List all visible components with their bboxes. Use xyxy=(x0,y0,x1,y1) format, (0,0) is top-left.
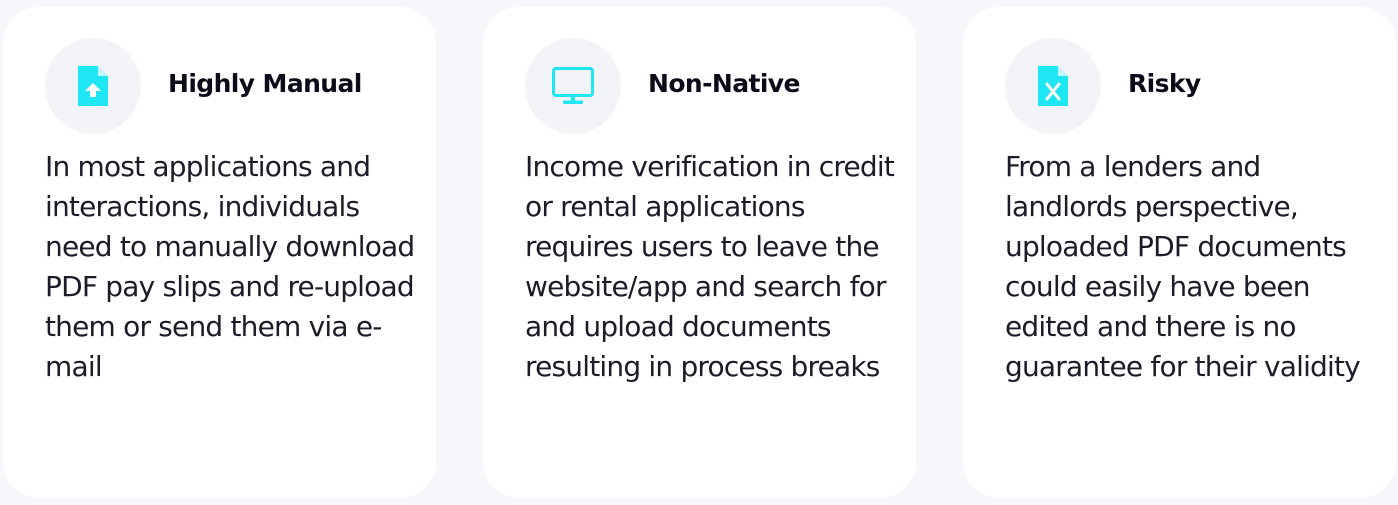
card-non-native: Non-Native Income verification in credit… xyxy=(483,7,916,498)
card-title: Risky xyxy=(1128,69,1201,98)
card-highly-manual: Highly Manual In most applications and i… xyxy=(3,7,436,498)
icon-badge xyxy=(1005,38,1101,134)
card-title: Highly Manual xyxy=(168,69,362,98)
monitor-icon xyxy=(552,67,594,104)
card-description: In most applications and interactions, i… xyxy=(45,150,415,383)
icon-badge xyxy=(45,38,141,134)
file-x-icon xyxy=(1038,66,1068,106)
card-risky: Risky From a lenders and landlords persp… xyxy=(963,7,1396,498)
card-description: From a lenders and landlords perspective… xyxy=(1005,150,1361,383)
card-title: Non-Native xyxy=(648,69,800,98)
card-description: Income verification in credit or rental … xyxy=(525,150,895,383)
icon-badge xyxy=(525,38,621,134)
file-upload-icon xyxy=(78,66,108,106)
